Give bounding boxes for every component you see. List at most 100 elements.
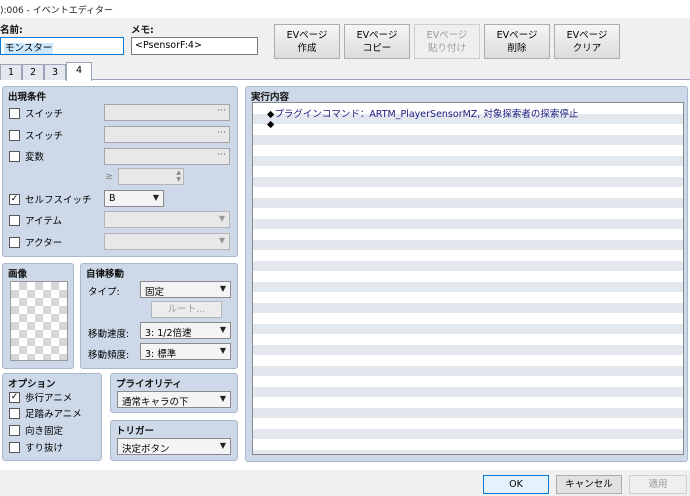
button-line1: EVページ [566,30,608,41]
chevron-down-icon: ▼ [219,346,226,355]
row-stripe [253,449,683,454]
title-bar: ):006 - イベントエディター [0,0,690,18]
chevron-down-icon: ▼ [219,325,226,334]
checkbox-box [9,424,20,436]
row-stripe [253,134,683,145]
command-line[interactable]: ◆プラグインコマンド：ARTM_PlayerSensorMZ, 対象探索者の探索… [267,106,578,120]
actor-select[interactable]: ▼ [104,233,230,250]
character-image-preview[interactable] [10,281,68,361]
chevron-down-icon: ▼ [218,214,225,223]
tab-page-4[interactable]: 4 [66,62,92,81]
item-checkbox[interactable]: アイテム [9,213,62,227]
movement-speed-value: 3: 1/2倍速 [145,328,192,339]
ev-page-clear-button[interactable]: EVページ クリア [554,24,620,59]
tab-page-3[interactable]: 3 [44,64,66,80]
checkbox-label: 足踏みアニメ [25,409,82,420]
trigger-value: 決定ボタン [122,444,170,455]
tab-page-1[interactable]: 1 [0,64,22,80]
checkbox-label: スイッチ [25,131,64,142]
movement-speed-select[interactable]: 3: 1/2倍速 ▼ [140,322,231,339]
variable-value-spinner[interactable]: ▲ ▼ [118,168,184,185]
command-line[interactable]: ◆ [267,119,274,130]
checkbox-box [9,150,20,162]
row-stripe [253,302,683,313]
chevron-down-icon: ▼ [219,441,226,450]
item-select[interactable]: ▼ [104,211,230,228]
switch2-select[interactable]: ··· [104,126,230,143]
row-stripe [253,218,683,229]
direction-fix-checkbox[interactable]: 向き固定 [9,423,63,437]
row-stripe [253,386,683,397]
options-title: オプション [8,379,56,390]
self-switch-value: B [109,193,116,204]
button-line2: 削除 [507,43,527,54]
row-stripe [253,428,683,439]
movement-frequency-select[interactable]: 3: 標準 ▼ [140,343,231,360]
ellipsis-icon: ··· [217,128,226,138]
memo-label: メモ: [131,25,154,36]
ev-page-paste-button[interactable]: EVページ 貼り付け [414,24,480,59]
checkbox-box: ✓ [9,391,20,403]
window-title: ):006 - イベントエディター [0,6,114,16]
movement-type-select[interactable]: 固定 ▼ [140,281,231,298]
contents-title: 実行内容 [251,92,290,103]
checkbox-box [9,107,20,119]
checkbox-label: 歩行アニメ [25,393,73,404]
actor-checkbox[interactable]: アクター [9,235,62,249]
checkbox-box [9,441,20,453]
checkbox-label: セルフスイッチ [25,195,92,206]
switch2-checkbox[interactable]: スイッチ [9,128,63,142]
switch1-checkbox[interactable]: スイッチ [9,106,63,120]
checkbox-box [9,236,20,248]
row-stripe [253,197,683,208]
ellipsis-icon: ··· [217,106,226,116]
row-stripe [253,365,683,376]
footer-bar: OK キャンセル 適用 [0,470,690,496]
checkbox-box [9,214,20,226]
checkbox-label: 変数 [25,152,45,163]
row-stripe [253,344,683,355]
switch1-select[interactable]: ··· [104,104,230,121]
row-stripe [253,323,683,334]
variable-checkbox[interactable]: 変数 [9,149,44,163]
trigger-select[interactable]: 決定ボタン ▼ [117,438,231,455]
autonomous-title: 自律移動 [86,269,125,280]
self-switch-select[interactable]: B ▼ [104,190,164,207]
priority-title: プライオリティ [116,379,182,390]
checkbox-box: ✓ [9,193,20,205]
ev-page-create-button[interactable]: EVページ 作成 [274,24,340,59]
movement-speed-label: 移動速度: [88,329,130,340]
trigger-title: トリガー [116,426,155,437]
variable-select[interactable]: ··· [104,148,230,165]
tab-page-2[interactable]: 2 [22,64,44,80]
route-button[interactable]: ルート... [151,301,222,318]
through-checkbox[interactable]: すり抜け [9,440,63,454]
row-stripe [253,260,683,271]
ev-page-delete-button[interactable]: EVページ 削除 [484,24,550,59]
ev-page-copy-button[interactable]: EVページ コピー [344,24,410,59]
button-line1: EVページ [286,30,328,41]
cancel-button[interactable]: キャンセル [556,475,622,494]
row-stripe [253,155,683,166]
memo-field[interactable]: <PsensorF:4> [131,37,258,55]
checkbox-box [9,129,20,141]
stepping-animation-checkbox[interactable]: 足踏みアニメ [9,406,82,420]
chevron-down-icon: ▼ [219,284,226,293]
movement-type-label: タイプ: [88,287,120,298]
ok-button[interactable]: OK [483,475,549,494]
name-field[interactable]: モンスター [0,37,124,55]
walking-animation-checkbox[interactable]: ✓ 歩行アニメ [9,390,72,404]
row-stripe [253,239,683,250]
row-stripe [253,176,683,187]
chevron-down-icon: ▼ [219,394,226,403]
command-list[interactable]: ◆プラグインコマンド：ARTM_PlayerSensorMZ, 対象探索者の探索… [252,102,684,455]
command-text: プラグインコマンド：ARTM_PlayerSensorMZ, 対象探索者の探索停… [274,109,579,120]
self-switch-checkbox[interactable]: ✓ セルフスイッチ [9,192,92,206]
checkbox-label: スイッチ [25,109,64,120]
chevron-down-icon: ▼ [152,193,159,202]
priority-select[interactable]: 通常キャラの下 ▼ [117,391,231,408]
image-title: 画像 [8,269,28,280]
apply-button[interactable]: 適用 [629,475,687,494]
name-label: 名前: [0,25,23,36]
movement-type-value: 固定 [145,287,165,298]
